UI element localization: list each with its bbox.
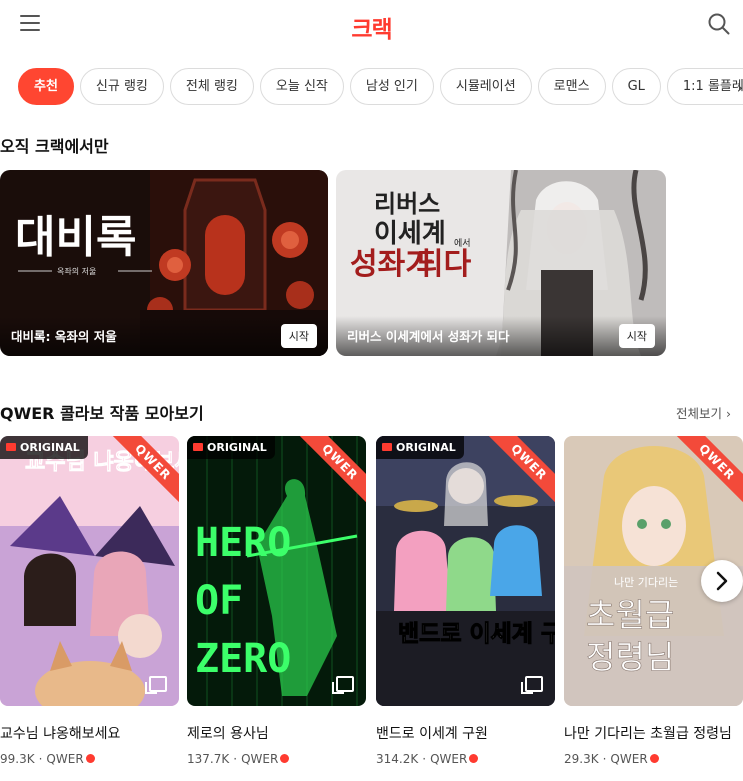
cover-word-2: OF: [195, 578, 243, 624]
chip-male-popular[interactable]: 남성 인기: [349, 68, 434, 105]
story-card-band-isekai[interactable]: 밴드로 이세계 구원! ORIGINAL QWER 밴드로 이세계 구원 314…: [376, 436, 555, 766]
art-title-daebirok: 대비록: [15, 212, 136, 263]
cover-line-2: 초월급: [586, 596, 674, 634]
banner-title: 리버스 이세계에서 성좌가 되다: [347, 329, 510, 344]
carousel-next-button[interactable]: [701, 560, 743, 602]
cover-title-text: 밴드로 이세계 구원!: [398, 621, 555, 647]
card-meta: 99.3K · QWER: [0, 752, 179, 766]
card-title: 제로의 용사님: [187, 726, 269, 742]
chip-recommended[interactable]: 추천: [18, 68, 74, 105]
author-name: QWER: [610, 752, 648, 766]
card-meta: 137.7K · QWER: [187, 752, 366, 766]
cover-art: HERO OF ZERO: [187, 436, 366, 706]
gallery-icon: [145, 676, 167, 694]
chip-roleplay[interactable]: 1:1 롤플레잉: [666, 68, 743, 105]
gallery-icon: [332, 676, 354, 694]
card-meta: 29.3K · QWER: [564, 752, 743, 766]
verified-badge-icon: [280, 754, 290, 763]
search-icon[interactable]: [707, 12, 731, 36]
cover-line-3: 정령님: [586, 638, 674, 676]
verified-badge-icon: [649, 754, 659, 763]
view-count: 137.7K: [187, 752, 230, 766]
flag-icon: [6, 443, 16, 451]
art-line-2: 이세계: [374, 219, 446, 249]
app-logo[interactable]: 크랙: [0, 10, 743, 44]
view-count: 99.3K: [0, 752, 35, 766]
author-name: QWER: [241, 752, 279, 766]
start-button[interactable]: 시작: [280, 324, 317, 348]
chip-romance[interactable]: 로맨스: [537, 68, 606, 105]
chip-new-ranking[interactable]: 신규 랭킹: [79, 68, 164, 105]
card-cover: HERO OF ZERO ORIGINAL QWER: [187, 436, 366, 706]
banner-reverse-isekai[interactable]: 리버스 이세계 에서 성좌가 되다 리버스 이세계에서 성좌가 되다 시작: [336, 170, 666, 356]
verified-badge-icon: [85, 754, 95, 763]
card-cover: 밴드로 이세계 구원! ORIGINAL QWER: [376, 436, 555, 706]
chip-today-new[interactable]: 오늘 신작: [259, 68, 344, 105]
chip-overall-ranking[interactable]: 전체 랭킹: [169, 68, 254, 105]
start-button[interactable]: 시작: [618, 324, 655, 348]
gallery-icon: [521, 676, 543, 694]
card-title: 나만 기다리는 초월급 정령님: [564, 726, 732, 742]
view-count: 29.3K: [564, 752, 599, 766]
flag-icon: [382, 443, 392, 451]
see-all-link[interactable]: 전체보기 ›: [676, 403, 731, 422]
chip-gl[interactable]: GL: [611, 68, 661, 105]
category-chip-bar: 추천신규 랭킹전체 랭킹오늘 신작남성 인기시뮬레이션로맨스GL1:1 롤플레잉: [18, 68, 743, 106]
story-card-professor-meow[interactable]: 교수님 냐옹해보세요 ORIGINAL QWER 교수님 냐옹해보세요 99.3…: [0, 436, 179, 766]
view-count: 314.2K: [376, 752, 419, 766]
author-name: QWER: [430, 752, 468, 766]
chip-simulation[interactable]: 시뮬레이션: [439, 68, 532, 105]
author-name: QWER: [46, 752, 84, 766]
art-subtitle-daebirok: 옥좌의 저울: [57, 266, 96, 276]
verified-badge-icon: [469, 754, 479, 763]
cover-art: 교수님 냐옹해보세요: [0, 436, 179, 706]
chevron-right-icon: ›: [726, 406, 731, 421]
card-title: 밴드로 이세계 구원: [376, 726, 488, 742]
section-title-exclusive: 오직 크랙에서만: [0, 137, 109, 156]
art-line-1: 리버스: [374, 189, 440, 218]
cover-word-1: HERO: [195, 520, 291, 566]
banner-title: 대비록: 옥좌의 저울: [11, 329, 117, 344]
card-meta: 314.2K · QWER: [376, 752, 555, 766]
chevron-right-icon: [716, 571, 728, 591]
card-title: 교수님 냐옹해보세요: [0, 726, 121, 742]
card-cover: 교수님 냐옹해보세요 ORIGINAL QWER: [0, 436, 179, 706]
art-line-4: 되다: [416, 247, 472, 282]
banner-daebirok[interactable]: 대비록 옥좌의 저울 대비록: 옥좌의 저울 시작: [0, 170, 328, 356]
flag-icon: [193, 443, 203, 451]
story-card-hero-of-zero[interactable]: HERO OF ZERO ORIGINAL QWER 제로의 용사님 137.7…: [187, 436, 366, 766]
chevron-right-icon[interactable]: ›: [737, 78, 743, 97]
cover-art: 밴드로 이세계 구원!: [376, 436, 555, 706]
original-badge: ORIGINAL: [187, 436, 275, 459]
original-badge: ORIGINAL: [0, 436, 88, 459]
original-badge: ORIGINAL: [376, 436, 464, 459]
section-title-collab: QWER 콜라보 작품 모아보기: [0, 404, 204, 423]
top-bar: 크랙: [0, 0, 743, 50]
see-all-label: 전체보기: [676, 406, 723, 421]
cover-line-1: 나만 기다리는: [614, 576, 678, 589]
cover-word-3: ZERO: [195, 636, 291, 682]
